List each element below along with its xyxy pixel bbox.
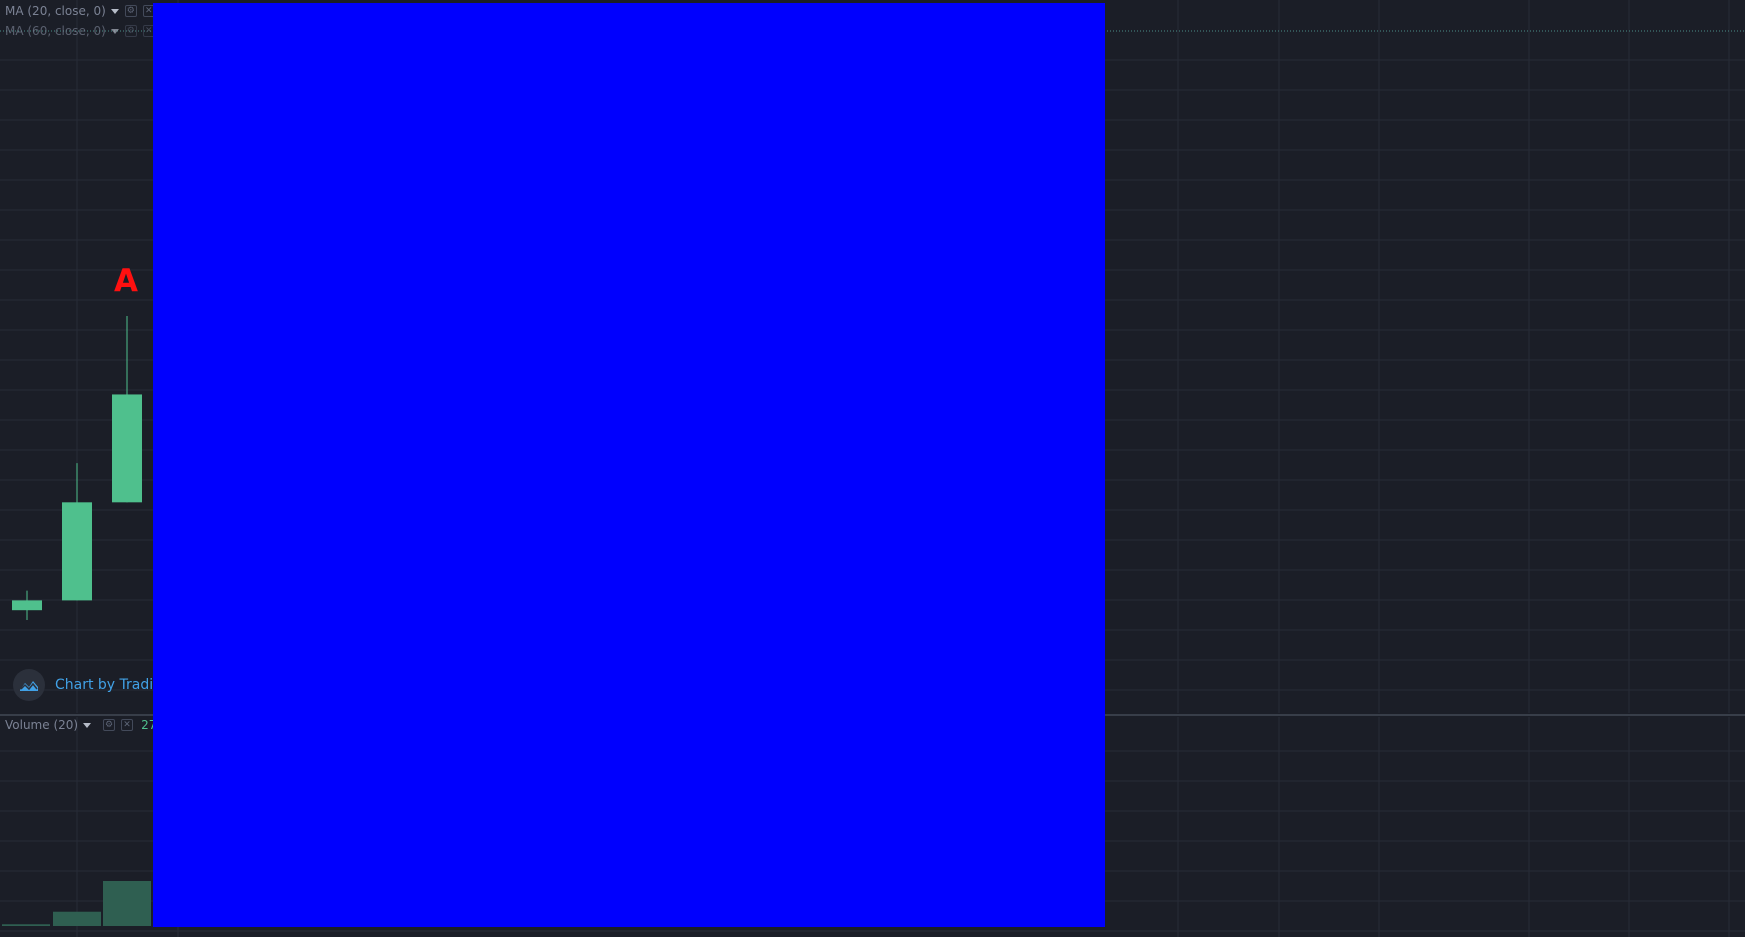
chevron-down-icon[interactable] <box>83 722 92 728</box>
candle-body <box>62 502 92 601</box>
volume-label: Volume (20) <box>5 718 79 732</box>
volume-bar <box>2 924 50 926</box>
candle-body <box>12 600 42 611</box>
gear-icon[interactable]: ⚙ <box>103 719 116 731</box>
blue-occluding-panel <box>153 3 1105 927</box>
ma60-label: MA (60, close, 0) <box>5 24 106 38</box>
ma60-legend[interactable]: MA (60, close, 0) ⚙ ✕ <box>5 23 155 39</box>
volume-legend[interactable]: Volume (20) ⚙ ✕ 27.2 <box>5 717 168 733</box>
gear-icon[interactable]: ⚙ <box>124 25 137 37</box>
ma20-legend[interactable]: MA (20, close, 0) ⚙ ✕ <box>5 3 155 19</box>
ma20-label: MA (20, close, 0) <box>5 4 106 18</box>
close-icon[interactable]: ✕ <box>121 719 134 731</box>
candle-body <box>112 394 142 503</box>
chevron-down-icon[interactable] <box>110 8 119 14</box>
tradingview-cloud-icon <box>13 669 45 701</box>
annotation-label: A <box>114 263 138 299</box>
tradingview-attribution[interactable]: Chart by Tradin <box>13 669 162 701</box>
gear-icon[interactable]: ⚙ <box>124 5 137 17</box>
attribution-text: Chart by Tradin <box>55 677 163 693</box>
volume-bar <box>53 911 101 926</box>
volume-bar <box>103 881 151 926</box>
chevron-down-icon[interactable] <box>110 28 119 34</box>
